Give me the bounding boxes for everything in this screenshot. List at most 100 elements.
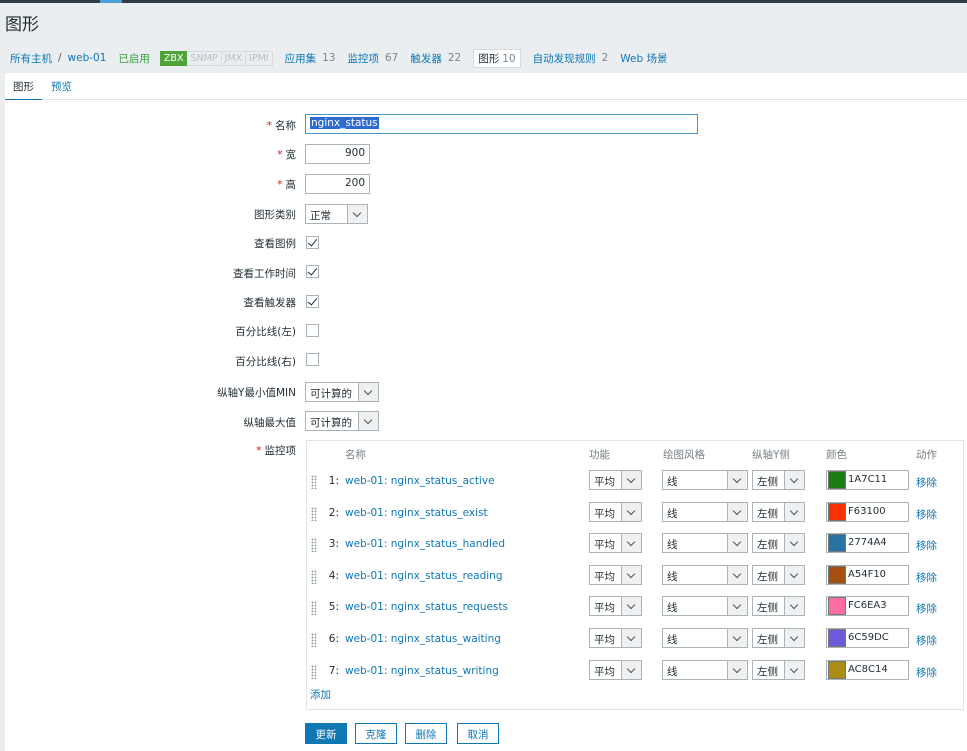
host-status[interactable]: 已启用: [118, 51, 150, 66]
delete-button[interactable]: 删除: [405, 723, 447, 744]
height-input[interactable]: 200: [305, 174, 370, 194]
drag-handle-icon[interactable]: [311, 538, 317, 553]
draw-style-select[interactable]: 线: [662, 501, 748, 522]
draw-style-select[interactable]: 线: [662, 533, 748, 554]
height-label: * 高: [277, 179, 296, 191]
ymax-select[interactable]: 可计算的: [305, 411, 379, 431]
breadcrumb-host[interactable]: web-01: [68, 52, 107, 64]
color-swatch[interactable]: [828, 629, 846, 647]
nav-items[interactable]: 监控项: [347, 51, 379, 66]
chevron-down-icon: [358, 412, 378, 430]
function-select[interactable]: 平均: [589, 564, 642, 585]
chevron-down-icon: [784, 471, 804, 489]
y-axis-select[interactable]: 左侧: [752, 533, 805, 554]
nav-graphs[interactable]: 图形 10: [473, 48, 521, 68]
draw-style-select[interactable]: 线: [662, 470, 748, 490]
table-row: 6: web-01: nginx_status_waiting 平均线左侧 6C59D…: [307, 624, 963, 655]
chevron-down-icon: [784, 565, 804, 584]
color-swatch[interactable]: [828, 660, 846, 679]
graph-form: * 名称 nginx_status * 宽 900 * 高 200 图形类别 正常 查…: [5, 100, 967, 751]
remove-link[interactable]: 移除: [916, 570, 937, 585]
drag-handle-icon[interactable]: [311, 633, 317, 647]
add-item-link[interactable]: 添加: [310, 687, 331, 702]
nav-web-scenarios[interactable]: Web 场景: [620, 51, 667, 66]
color-swatch[interactable]: [828, 565, 846, 584]
draw-style-select[interactable]: 线: [662, 628, 748, 648]
item-name-link[interactable]: web-01: nginx_status_writing: [345, 665, 499, 677]
remove-link[interactable]: 移除: [916, 601, 937, 616]
chevron-down-icon: [727, 502, 747, 521]
col-header-name: 名称: [345, 449, 366, 461]
row-number: 5:: [328, 601, 339, 614]
y-axis-select[interactable]: 左侧: [752, 628, 805, 648]
y-axis-select[interactable]: 左侧: [752, 659, 805, 680]
draw-style-select[interactable]: 线: [662, 659, 748, 680]
drag-handle-icon[interactable]: [311, 664, 317, 679]
breadcrumb: 所有主机 / web-01 已启用 ZBX SNMP JMX IPMI 应用集 13 监…: [0, 46, 967, 70]
function-select[interactable]: 平均: [589, 596, 642, 617]
row-number: 4:: [328, 569, 339, 582]
drag-handle-icon[interactable]: [311, 506, 317, 521]
breadcrumb-all-hosts[interactable]: 所有主机: [10, 51, 52, 66]
chevron-down-icon: [621, 471, 641, 489]
show-triggers-checkbox[interactable]: [306, 295, 319, 308]
remove-link[interactable]: 移除: [916, 475, 937, 490]
y-axis-select[interactable]: 左侧: [752, 501, 805, 522]
update-button[interactable]: 更新: [305, 723, 347, 744]
ymin-label: 纵轴Y最小值MIN: [217, 387, 296, 399]
draw-style-select[interactable]: 线: [662, 564, 748, 585]
ymax-label: 纵轴最大值: [243, 417, 297, 429]
clone-button[interactable]: 克隆: [355, 723, 397, 744]
item-name-link[interactable]: web-01: nginx_status_active: [345, 475, 495, 487]
color-swatch[interactable]: [828, 471, 846, 489]
tab-preview[interactable]: 预览: [51, 79, 72, 94]
percent-right-checkbox[interactable]: [306, 353, 319, 366]
cancel-button[interactable]: 取消: [457, 723, 499, 744]
tab-graph[interactable]: 图形: [5, 79, 42, 101]
nav-applications[interactable]: 应用集: [285, 51, 317, 66]
chevron-down-icon: [784, 660, 804, 679]
triggers-count: 22: [447, 52, 462, 64]
function-select[interactable]: 平均: [589, 533, 642, 554]
name-input[interactable]: nginx_status: [305, 114, 698, 134]
color-swatch[interactable]: [828, 502, 846, 521]
y-axis-select[interactable]: 左侧: [752, 564, 805, 585]
function-select[interactable]: 平均: [589, 470, 642, 490]
show-legend-label: 查看图例: [254, 238, 296, 250]
remove-link[interactable]: 移除: [916, 507, 937, 522]
y-axis-select[interactable]: 左侧: [752, 470, 805, 490]
chevron-down-icon: [727, 629, 747, 647]
item-name-link[interactable]: web-01: nginx_status_handled: [345, 538, 505, 550]
item-name-link[interactable]: web-01: nginx_status_requests: [345, 601, 508, 613]
ymin-select[interactable]: 可计算的: [305, 382, 379, 402]
item-name-link[interactable]: web-01: nginx_status_reading: [345, 570, 503, 582]
function-select[interactable]: 平均: [589, 659, 642, 680]
row-number: 7:: [328, 664, 339, 677]
show-worktime-checkbox[interactable]: [306, 265, 319, 278]
graph-type-select[interactable]: 正常: [305, 204, 368, 224]
item-name-link[interactable]: web-01: nginx_status_waiting: [345, 633, 501, 645]
function-select[interactable]: 平均: [589, 628, 642, 648]
remove-link[interactable]: 移除: [916, 538, 937, 553]
color-swatch[interactable]: [828, 534, 846, 553]
percent-left-checkbox[interactable]: [306, 324, 319, 337]
function-select[interactable]: 平均: [589, 501, 642, 522]
remove-link[interactable]: 移除: [916, 665, 937, 680]
draw-style-select[interactable]: 线: [662, 596, 748, 617]
graph-type-label: 图形类别: [254, 209, 296, 221]
table-row: 2: web-01: nginx_status_exist 平均线左侧 F63100 移…: [307, 498, 963, 529]
item-name-link[interactable]: web-01: nginx_status_exist: [345, 507, 488, 519]
drag-handle-icon[interactable]: [311, 475, 317, 489]
drag-handle-icon[interactable]: [311, 601, 317, 616]
color-swatch[interactable]: [828, 597, 846, 616]
remove-link[interactable]: 移除: [916, 633, 937, 648]
drag-handle-icon[interactable]: [311, 569, 317, 584]
y-axis-select[interactable]: 左侧: [752, 596, 805, 617]
table-row: 4: web-01: nginx_status_reading 平均线左侧 A54F1…: [307, 561, 963, 592]
nav-triggers[interactable]: 触发器: [410, 51, 442, 66]
chevron-down-icon: [727, 660, 747, 679]
width-input[interactable]: 900: [305, 144, 370, 164]
nav-discovery[interactable]: 自动发现规则: [533, 51, 596, 66]
show-legend-checkbox[interactable]: [306, 236, 319, 249]
jmx-badge: JMX: [221, 50, 247, 66]
